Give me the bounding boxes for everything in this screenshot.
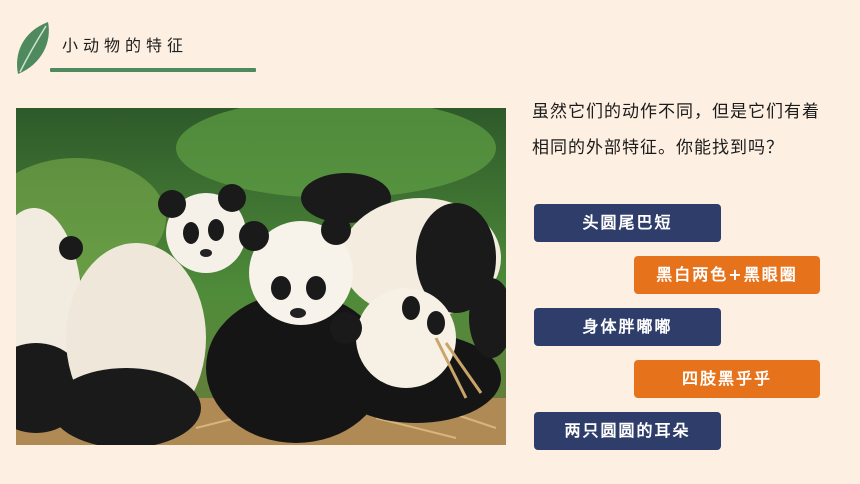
panda-photo [16, 108, 506, 445]
answer-black-white-eye-patches: 黑白两色+黑眼圈 [634, 256, 820, 294]
answer-round-ears: 两只圆圆的耳朵 [534, 412, 721, 450]
answer-black-limbs: 四肢黑乎乎 [634, 360, 820, 398]
answer-chubby-body: 身体胖嘟嘟 [534, 308, 721, 346]
question-text: 虽然它们的动作不同，但是它们有着相同的外部特征。你能找到吗？ [532, 102, 820, 158]
leaf-icon [17, 22, 49, 74]
slide-header: 小动物的特征 [14, 18, 264, 78]
page-title: 小动物的特征 [62, 36, 189, 55]
answer-round-head-short-tail: 头圆尾巴短 [534, 204, 721, 242]
title-underline [50, 68, 256, 72]
